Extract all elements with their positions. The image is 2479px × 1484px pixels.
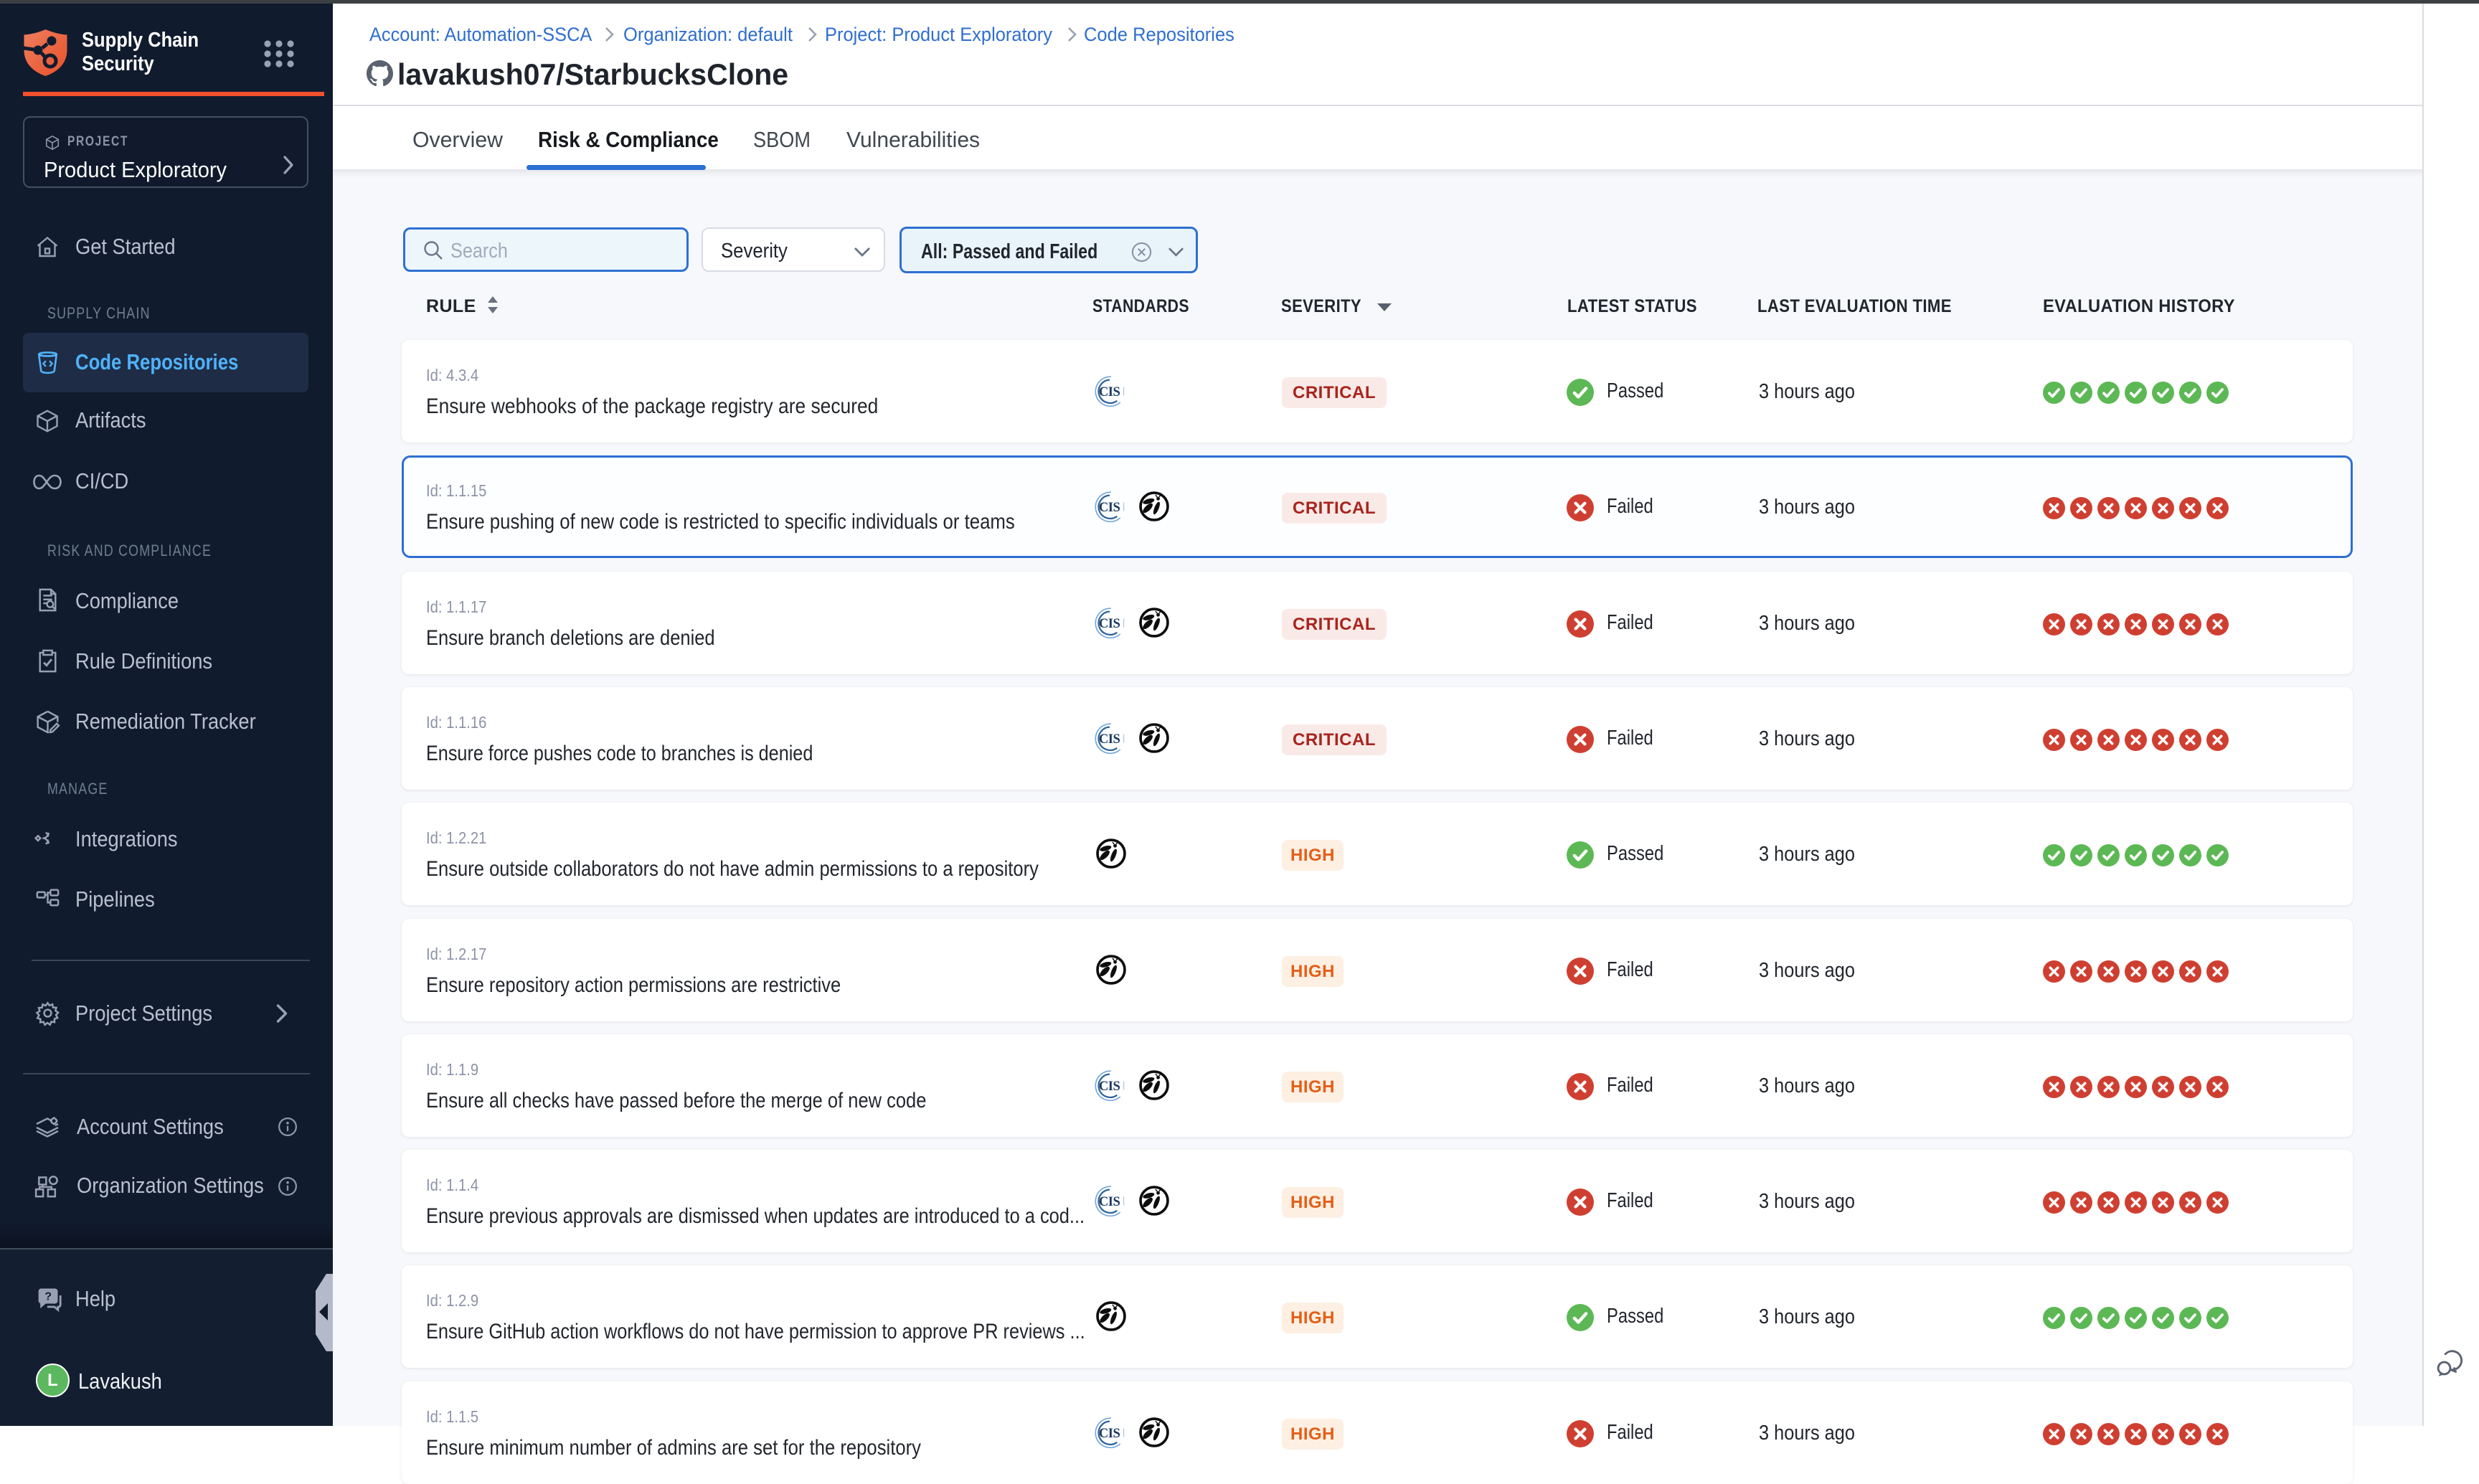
svg-text:?: ?	[44, 1290, 52, 1303]
